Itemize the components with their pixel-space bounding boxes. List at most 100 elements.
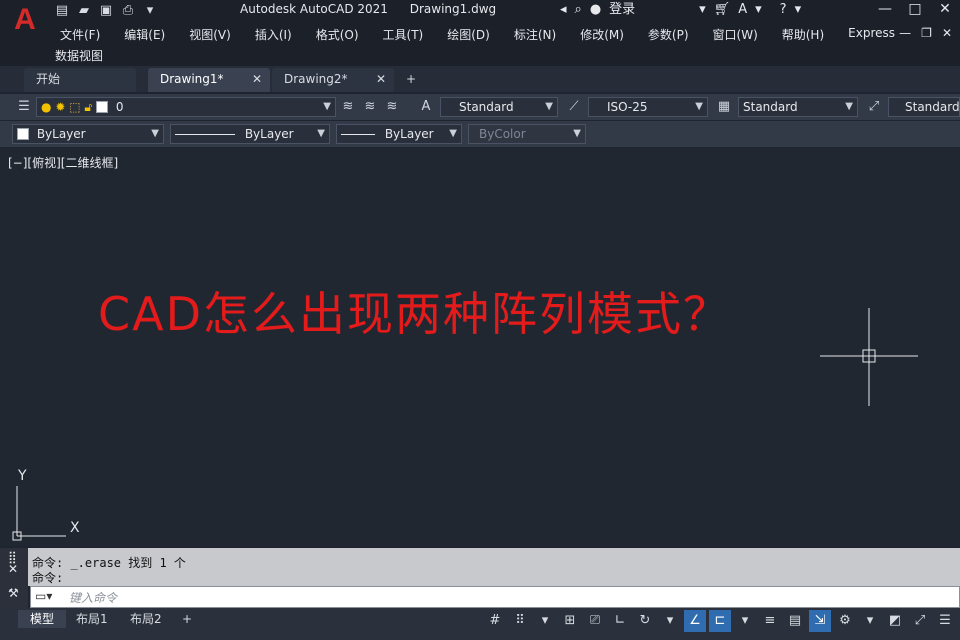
doc-minimize-icon[interactable]: — bbox=[899, 26, 911, 40]
menu-window[interactable]: 窗口(W) bbox=[713, 26, 758, 43]
close-tab-icon[interactable]: ✕ bbox=[252, 68, 262, 90]
save-icon[interactable]: ▣ bbox=[98, 4, 114, 18]
close-command-line-icon[interactable]: ✕ bbox=[8, 562, 18, 576]
tab-drawing1[interactable]: Drawing1* ✕ bbox=[148, 68, 270, 92]
search-icon[interactable]: ⌕ bbox=[575, 2, 582, 18]
table-style-icon[interactable]: ▦ bbox=[716, 98, 732, 116]
match-layer-icon[interactable]: ≋ bbox=[362, 98, 378, 116]
menu-dimension[interactable]: 标注(N) bbox=[514, 26, 556, 43]
overlay-title: CAD怎么出现两种阵列模式？ bbox=[98, 287, 732, 341]
text-style-dropdown[interactable]: Standard ▼ bbox=[440, 97, 558, 117]
cart-icon[interactable]: 🛒︎ bbox=[714, 2, 731, 18]
menu-draw[interactable]: 绘图(D) bbox=[447, 26, 490, 43]
color-dropdown[interactable]: ByLayer ▼ bbox=[12, 124, 164, 144]
layer-dropdown[interactable]: ● ✹ ⬚ 🔓︎ 0 ▼ bbox=[36, 97, 336, 117]
menu-data-view[interactable]: 数据视图 bbox=[55, 47, 103, 64]
infer-constraints-icon[interactable]: ⊞ bbox=[559, 610, 581, 632]
autodesk-a360-icon[interactable]: A bbox=[738, 2, 747, 18]
plotstyle-dropdown: ByColor ▼ bbox=[468, 124, 586, 144]
annotation-monitor-icon[interactable]: ◩ bbox=[884, 610, 906, 632]
autocad-logo[interactable]: A bbox=[8, 3, 42, 37]
close-icon[interactable]: ✕ bbox=[938, 1, 952, 17]
login-dropdown-icon[interactable]: ▾ bbox=[699, 2, 706, 18]
text-style-icon[interactable]: A bbox=[418, 98, 434, 116]
snap-dropdown-icon[interactable]: ▾ bbox=[534, 610, 556, 632]
command-line-handle[interactable]: ⣿ ✕ ⚒ bbox=[0, 548, 28, 608]
arrow-left-icon[interactable]: ◂ bbox=[560, 2, 567, 18]
login-link[interactable]: 登录 bbox=[609, 2, 635, 18]
command-history: 命令: _.erase 找到 1 个 命令: bbox=[0, 548, 960, 586]
menu-file[interactable]: 文件(F) bbox=[60, 26, 100, 43]
command-prompt-icon[interactable]: ▭▾ bbox=[35, 589, 52, 603]
layout-tab-2[interactable]: 布局2 bbox=[118, 610, 174, 628]
osnap-dropdown-icon[interactable]: ▾ bbox=[734, 610, 756, 632]
selection-cycling-icon[interactable]: ⇲ bbox=[809, 610, 831, 632]
workspace-gear-icon[interactable]: ⚙ bbox=[834, 610, 856, 632]
menu-parametric[interactable]: 参数(P) bbox=[648, 26, 689, 43]
close-tab-icon[interactable]: ✕ bbox=[376, 68, 386, 90]
customize-wrench-icon[interactable]: ⚒ bbox=[8, 586, 19, 600]
make-current-layer-icon[interactable]: ≋ bbox=[340, 98, 356, 116]
table-style-dropdown[interactable]: Standard ▼ bbox=[738, 97, 858, 117]
command-input[interactable]: ▭▾ 键入命令 bbox=[30, 586, 960, 608]
doc-restore-icon[interactable]: ❐ bbox=[921, 26, 932, 40]
snap-icon[interactable]: ⠿ bbox=[509, 610, 531, 632]
new-tab-button[interactable]: + bbox=[398, 68, 426, 92]
help-icon[interactable]: ? bbox=[780, 2, 787, 18]
drawing-canvas[interactable]: [−][俯视][二维线框] CAD怎么出现两种阵列模式？ Y X bbox=[0, 148, 960, 546]
properties-toolbar: ByLayer ▼ ByLayer ▼ ByLayer ▼ ByColor ▼ bbox=[0, 121, 960, 147]
polar-dropdown-icon[interactable]: ▾ bbox=[659, 610, 681, 632]
menu-modify[interactable]: 修改(M) bbox=[580, 26, 624, 43]
print-icon[interactable]: ⎙ bbox=[120, 4, 136, 18]
lineweight-toggle-icon[interactable]: ≡ bbox=[759, 610, 781, 632]
menu-tools[interactable]: 工具(T) bbox=[383, 26, 424, 43]
lock-icon: 🔓︎ bbox=[84, 100, 93, 114]
menu-help[interactable]: 帮助(H) bbox=[782, 26, 824, 43]
menu-insert[interactable]: 插入(I) bbox=[255, 26, 292, 43]
quick-access-dropdown-icon[interactable]: ▾ bbox=[142, 4, 158, 18]
menu-edit[interactable]: 编辑(E) bbox=[124, 26, 165, 43]
title-bar: A ▤ ▰ ▣ ⎙ ▾ Autodesk AutoCAD 2021 Drawin… bbox=[0, 0, 960, 66]
linetype-value: ByLayer bbox=[244, 127, 294, 141]
dimension-style-icon[interactable]: ⟋ bbox=[566, 98, 582, 116]
previous-layer-icon[interactable]: ≋ bbox=[384, 98, 400, 116]
layout-tab-model[interactable]: 模型 bbox=[18, 610, 67, 628]
open-folder-icon[interactable]: ▰ bbox=[76, 4, 92, 18]
color-swatch bbox=[17, 128, 29, 140]
workspace-dropdown-icon[interactable]: ▾ bbox=[859, 610, 881, 632]
add-layout-icon[interactable]: + bbox=[170, 610, 204, 628]
maximize-icon[interactable]: □ bbox=[908, 1, 922, 17]
dynamic-input-icon[interactable]: ⎚ bbox=[584, 610, 606, 632]
multileader-style-dropdown[interactable]: Standard bbox=[888, 97, 960, 117]
menu-format[interactable]: 格式(O) bbox=[316, 26, 359, 43]
user-icon[interactable]: ● bbox=[590, 2, 601, 18]
minimize-icon[interactable]: — bbox=[878, 1, 892, 17]
dim-style-dropdown[interactable]: ISO-25 ▼ bbox=[588, 97, 708, 117]
layer-properties-icon[interactable]: ☰ bbox=[16, 98, 32, 116]
object-snap-tracking-icon[interactable]: ⊏ bbox=[709, 610, 731, 632]
isodraft-icon[interactable]: ∠ bbox=[684, 610, 706, 632]
viewport-controls[interactable]: [−][俯视][二维线框] bbox=[8, 154, 118, 171]
tab-drawing2[interactable]: Drawing2* ✕ bbox=[272, 68, 394, 92]
multileader-style-icon[interactable]: ⤢ bbox=[866, 98, 882, 116]
customization-menu-icon[interactable]: ☰ bbox=[934, 610, 956, 632]
doc-close-icon[interactable]: ✕ bbox=[942, 26, 952, 40]
layer-color-swatch bbox=[95, 101, 108, 113]
a360-dropdown-icon[interactable]: ▾ bbox=[755, 2, 762, 18]
tab-label: 开始 bbox=[36, 72, 61, 86]
chevron-down-icon: ▼ bbox=[151, 128, 159, 139]
tab-start[interactable]: 开始 bbox=[24, 68, 136, 92]
menu-view[interactable]: 视图(V) bbox=[189, 26, 231, 43]
ortho-icon[interactable]: ∟ bbox=[609, 610, 631, 632]
grid-icon[interactable]: # bbox=[484, 610, 506, 632]
polar-icon[interactable]: ↻ bbox=[634, 610, 656, 632]
quick-access-toolbar: ▤ ▰ ▣ ⎙ ▾ bbox=[54, 2, 158, 20]
fullscreen-icon[interactable]: ⤢ bbox=[909, 610, 931, 632]
help-dropdown-icon[interactable]: ▾ bbox=[795, 2, 802, 18]
linetype-dropdown[interactable]: ByLayer ▼ bbox=[170, 124, 330, 144]
new-file-icon[interactable]: ▤ bbox=[54, 4, 70, 18]
menu-express[interactable]: Express bbox=[848, 26, 895, 43]
lineweight-dropdown[interactable]: ByLayer ▼ bbox=[336, 124, 462, 144]
transparency-icon[interactable]: ▤ bbox=[784, 610, 806, 632]
layout-tab-1[interactable]: 布局1 bbox=[64, 610, 120, 628]
